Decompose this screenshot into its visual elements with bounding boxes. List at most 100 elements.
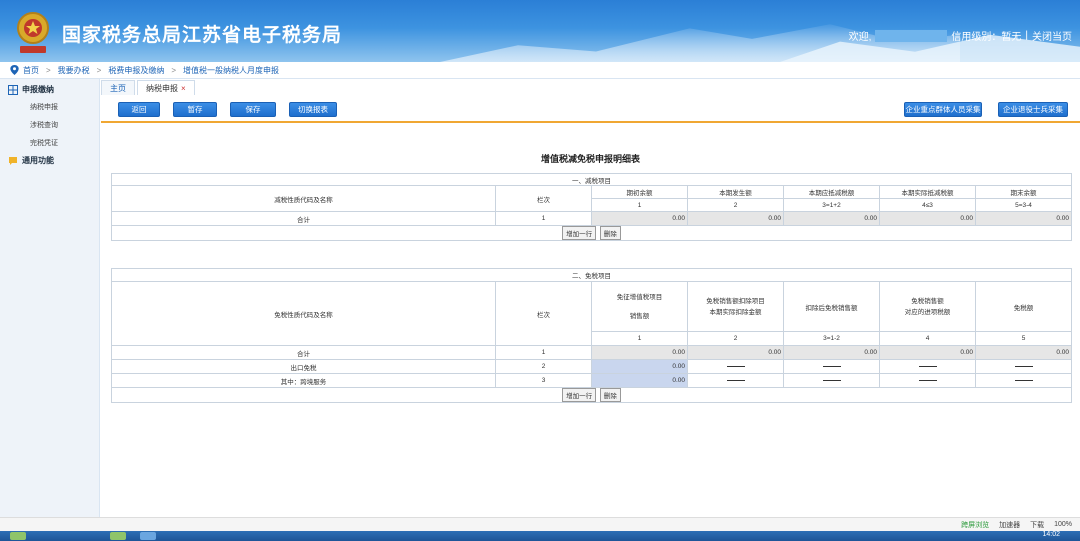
table-row: 合计 1 0.00 0.00 0.00 0.00 0.00 <box>111 211 1073 226</box>
cell-value: 0.00 <box>687 345 784 360</box>
row-name: 出口免税 <box>111 359 496 374</box>
taskbar-app-icon[interactable] <box>140 532 156 540</box>
cell-value: 0.00 <box>879 345 976 360</box>
clock: 14:02 <box>1042 531 1060 538</box>
key-group-collect-button[interactable]: 企业重点群体人员采集 <box>904 102 982 117</box>
breadcrumb-home[interactable]: 首页 <box>23 65 39 76</box>
cell-value: 0.00 <box>783 211 880 226</box>
header-user-area: 欢迎, 信用级别：暂无 | 关闭当页 <box>849 28 1072 43</box>
breadcrumb-separator: > <box>171 65 177 75</box>
cell-value: 0.00 <box>591 211 688 226</box>
download-button[interactable]: 下载 <box>1030 520 1044 530</box>
tab-tax-declaration[interactable]: 纳税申报 × <box>137 80 195 95</box>
row-line: 2 <box>495 359 592 374</box>
tab-label: 纳税申报 <box>146 83 178 93</box>
add-row-button[interactable]: 增加一行 <box>562 226 597 240</box>
col-header: 本期应抵减税额 <box>783 185 880 199</box>
cell-value: 0.00 <box>783 345 880 360</box>
col-header: 本期实际抵减税额 <box>879 185 976 199</box>
sidebar-item-tax-query[interactable]: 涉税查询 <box>0 116 99 134</box>
close-icon[interactable]: × <box>181 84 186 93</box>
dash-cell <box>783 359 880 374</box>
row-name: 其中：跨境服务 <box>111 373 496 388</box>
export-exempt-sales-input[interactable]: 0.00 <box>591 359 688 374</box>
cell-value: 0.00 <box>974 211 1073 226</box>
row-line: 3 <box>495 373 592 388</box>
col-header-name: 减税性质代码及名称 <box>111 185 496 212</box>
sidebar-group-label: 通用功能 <box>22 156 54 165</box>
dash-cell <box>783 373 880 388</box>
row-name: 合计 <box>111 211 496 226</box>
dash-cell <box>687 373 784 388</box>
sidebar-group-label: 申报缴纳 <box>22 85 54 94</box>
form-content: 增值税减免税申报明细表 一、减税项目 减税性质代码及名称 栏次 期初余额 本期发… <box>101 125 1080 517</box>
cross-screen-mode[interactable]: 跨屏浏览 <box>961 520 989 530</box>
col-code: 2 <box>687 331 784 346</box>
tab-bar: 主页 纳税申报 × <box>101 80 195 95</box>
back-button[interactable]: 返回 <box>118 102 160 117</box>
tax-reduction-table: 一、减税项目 减税性质代码及名称 栏次 期初余额 本期发生额 本期应抵减税额 本… <box>110 173 1073 241</box>
accelerator-button[interactable]: 加速器 <box>999 520 1020 530</box>
os-taskbar: 14:02 <box>0 531 1080 541</box>
site-title: 国家税务总局江苏省电子税务局 <box>62 25 343 46</box>
col-code: 5=3-4 <box>974 198 1073 212</box>
start-icon[interactable] <box>10 532 26 540</box>
welcome-text: 欢迎, <box>848 32 872 43</box>
dash-cell <box>687 359 784 374</box>
col-header-line2: 本期实际扣除金额 <box>709 308 762 316</box>
sidebar-item-tax-certificate[interactable]: 完税凭证 <box>0 134 99 152</box>
temp-save-button[interactable]: 暂存 <box>173 102 217 117</box>
zoom-level[interactable]: 100% <box>1054 521 1072 528</box>
row-line: 1 <box>495 211 592 226</box>
section-heading: 二、免税项目 <box>110 268 1073 282</box>
breadcrumb-tax-handling[interactable]: 我要办税 <box>58 65 90 76</box>
cell-value: 0.00 <box>687 211 784 226</box>
col-header-line: 栏次 <box>495 185 592 212</box>
col-code: 3=1+2 <box>783 198 880 212</box>
col-header: 期初余额 <box>591 185 688 199</box>
veteran-collect-button[interactable]: 企业退役士兵采集 <box>998 102 1068 117</box>
header-banner: 国家税务总局江苏省电子税务局 欢迎, 信用级别：暂无 | 关闭当页 <box>0 0 1080 62</box>
col-header-line: 栏次 <box>495 281 592 346</box>
table-row: 出口免税 2 0.00 <box>111 359 1073 374</box>
switch-form-button[interactable]: 切换报表 <box>289 102 337 117</box>
tab-home[interactable]: 主页 <box>101 80 135 95</box>
add-row-button[interactable]: 增加一行 <box>562 388 597 402</box>
cross-border-sales-input[interactable]: 0.00 <box>591 373 688 388</box>
col-header-line1: 免税销售额 <box>911 297 944 305</box>
col-header: 免税销售额扣除项目 本期实际扣除金额 <box>687 281 784 332</box>
chat-bubble-icon <box>9 156 17 165</box>
close-page-link[interactable]: 关闭当页 <box>1032 28 1072 43</box>
breadcrumb-separator: > <box>96 65 102 75</box>
dash-cell <box>879 359 976 374</box>
col-header-line1: 免税销售额扣除项目 <box>706 297 765 305</box>
taskbar-app-icon[interactable] <box>110 532 126 540</box>
delete-row-button[interactable]: 删除 <box>599 226 621 240</box>
col-code: 1 <box>591 198 688 212</box>
sidebar-item-tax-declaration[interactable]: 纳税申报 <box>0 98 99 116</box>
cell-value: 0.00 <box>974 345 1073 360</box>
dash-cell <box>974 373 1073 388</box>
toolbar: 返回 暂存 保存 切换报表 企业重点群体人员采集 企业退役士兵采集 <box>101 95 1080 123</box>
breadcrumb-declaration[interactable]: 税费申报及缴纳 <box>108 65 164 76</box>
row-name: 合计 <box>111 345 496 360</box>
row-actions: 增加一行 删除 <box>110 387 1073 403</box>
breadcrumb: 首页 > 我要办税 > 税费申报及缴纳 > 增值税一般纳税人月度申报 <box>0 62 1080 79</box>
col-header-line2: 销售额 <box>629 312 650 320</box>
username-redacted <box>875 29 948 42</box>
col-code: 2 <box>687 198 784 212</box>
col-code: 4≤3 <box>879 198 976 212</box>
cell-value: 0.00 <box>879 211 976 226</box>
form-title: 增值税减免税申报明细表 <box>540 154 640 164</box>
col-header: 本期发生额 <box>687 185 784 199</box>
sidebar-group-common[interactable]: 通用功能 <box>0 152 99 169</box>
tax-exemption-table: 二、免税项目 免税性质代码及名称 栏次 免征增值税项目 销售额 免税销售额扣除项… <box>110 268 1073 403</box>
save-button[interactable]: 保存 <box>230 102 276 117</box>
sidebar-group-declare[interactable]: 申报缴纳 <box>0 81 99 98</box>
sidebar: 申报缴纳 纳税申报 涉税查询 完税凭证 通用功能 <box>0 79 100 517</box>
dash-cell <box>974 359 1073 374</box>
col-header-name: 免税性质代码及名称 <box>111 281 496 346</box>
delete-row-button[interactable]: 删除 <box>599 388 621 402</box>
tab-label: 主页 <box>110 83 126 93</box>
col-code: 5 <box>974 331 1073 346</box>
